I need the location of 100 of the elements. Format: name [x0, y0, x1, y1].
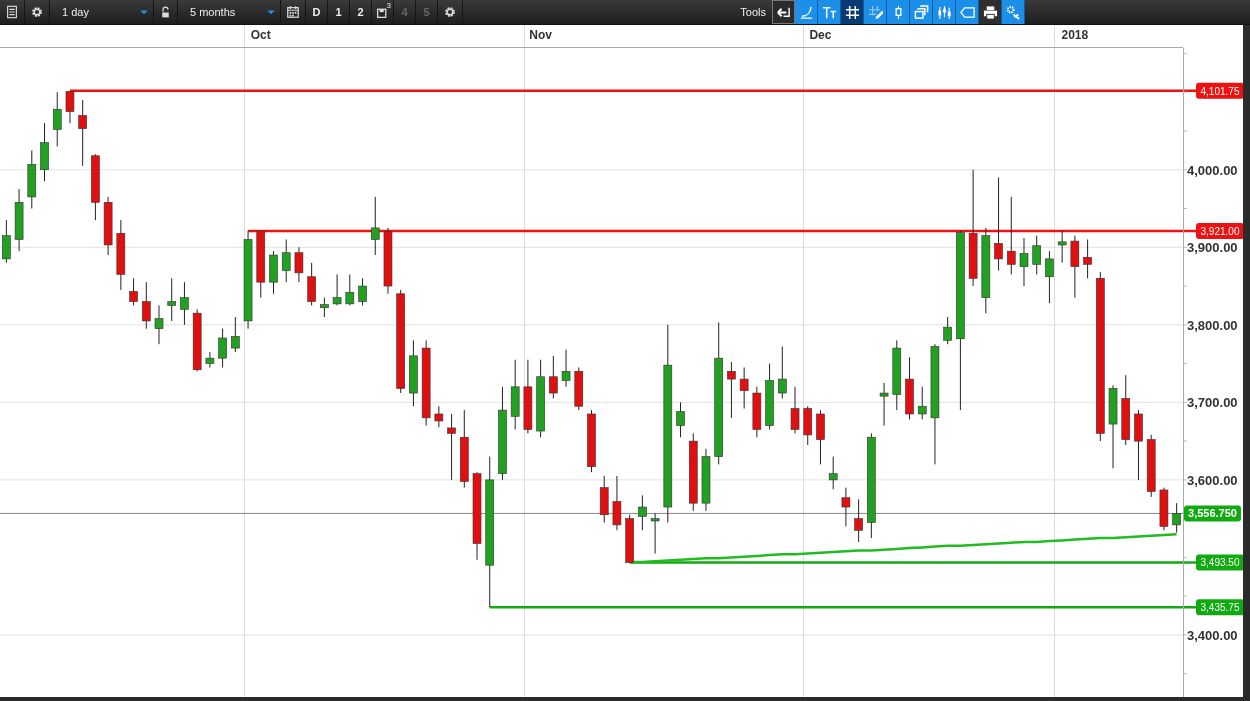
candlestick: [1146, 434, 1156, 498]
candlestick: [803, 405, 813, 446]
tool-button[interactable]: [933, 0, 956, 24]
candlestick: [917, 386, 927, 420]
candlestick: [307, 262, 316, 306]
candlestick: [828, 456, 838, 490]
candlestick: [14, 188, 24, 252]
candlestick: [345, 273, 355, 306]
candlestick: [27, 149, 37, 209]
price-tick-label: 3,400.00: [1187, 627, 1238, 643]
candlestick: [587, 409, 596, 473]
candlestick: [218, 328, 227, 368]
price-tick-label: 3,900.00: [1187, 240, 1238, 256]
candlestick: [752, 386, 762, 438]
layout-button[interactable]: 2: [350, 0, 372, 24]
candlestick: [1045, 250, 1054, 304]
candlestick: [816, 409, 825, 465]
month-label: Oct: [250, 28, 271, 42]
daily-button[interactable]: D: [306, 0, 328, 24]
tools-label: Tools: [739, 6, 767, 18]
tool-button[interactable]: [772, 0, 795, 24]
candlestick: [1070, 235, 1080, 299]
price-label: 3,556.750: [1184, 505, 1241, 522]
price-label: 4,101.75: [1196, 82, 1243, 99]
candlestick: [612, 475, 622, 531]
candlestick: [294, 246, 304, 283]
candlestick: [638, 494, 647, 531]
month-label: Dec: [809, 28, 832, 42]
candlestick: [727, 361, 736, 419]
lock-icon: [159, 5, 172, 19]
candlestick: [905, 356, 914, 420]
calendar-icon: [286, 5, 300, 19]
candlestick: [1032, 235, 1041, 275]
curve-icon: [798, 4, 814, 20]
candlestick: [129, 277, 138, 306]
candlestick: [142, 281, 151, 330]
candlestick: [78, 99, 87, 167]
range-dropdown[interactable]: 5 months: [178, 0, 281, 24]
candlestick: [854, 498, 863, 543]
indicator-icon: [936, 4, 952, 20]
ref-line-label: 3,921.00: [1200, 225, 1240, 237]
candlestick: [320, 297, 329, 318]
candlestick: [510, 359, 520, 430]
candlestick: [841, 487, 851, 527]
price-tick-label: 4,000.00: [1187, 162, 1238, 178]
save-layout-button[interactable]: 3: [372, 0, 394, 24]
candlestick: [205, 351, 215, 368]
candlestick: [447, 413, 456, 481]
tool-button[interactable]: [864, 0, 887, 24]
price-tick-label: 3,800.00: [1187, 317, 1238, 333]
tag-icon: [959, 4, 975, 20]
candlestick: [778, 346, 787, 399]
print-icon: [982, 4, 998, 20]
candlestick: [943, 316, 952, 345]
candlestick: [65, 90, 75, 124]
candlestick: [116, 219, 126, 291]
grid-pencil-icon: [867, 4, 883, 20]
windows-icon: [913, 4, 929, 20]
candlestick: [1121, 374, 1131, 446]
level-line[interactable]: [248, 229, 1196, 233]
candlestick: [180, 281, 189, 326]
candlestick: [103, 196, 113, 256]
candlestick: [192, 308, 202, 372]
price-label: 3,435.75: [1196, 599, 1243, 616]
candlestick: [650, 512, 660, 555]
tool-button[interactable]: [979, 0, 1002, 24]
candlestick: [409, 339, 418, 407]
candlestick: [281, 239, 291, 283]
candlestick: [1172, 502, 1181, 534]
price-tick-label: 3,600.00: [1187, 472, 1238, 488]
candlestick: [561, 349, 571, 388]
ref-line-label: 3,435.75: [1200, 602, 1240, 614]
tool-button[interactable]: [910, 0, 933, 24]
level-line[interactable]: [69, 89, 1196, 93]
candlestick: [1159, 487, 1169, 531]
candlestick: [1019, 237, 1029, 287]
tool-button[interactable]: [841, 0, 864, 24]
month-label: Nov: [529, 28, 552, 42]
ref-line-label: 3,556.750: [1188, 507, 1237, 520]
candlestick: [739, 366, 749, 410]
candlestick: [269, 250, 278, 295]
text-size-icon: [821, 4, 837, 20]
tool-button[interactable]: [818, 0, 841, 24]
layout-button[interactable]: 1: [328, 0, 350, 24]
candlestick: [231, 316, 240, 353]
candlestick: [91, 153, 100, 221]
candlestick: [790, 386, 800, 434]
candlestick: [52, 91, 62, 147]
candlestick: [1134, 409, 1143, 481]
price-tick-label: 3,700.00: [1187, 395, 1238, 411]
candlestick: [549, 355, 558, 399]
candlestick: [358, 277, 367, 306]
interval-dropdown[interactable]: 1 day: [50, 0, 154, 24]
candlestick: [154, 304, 164, 345]
candlestick: [676, 401, 685, 438]
tool-button[interactable]: [1002, 0, 1025, 24]
candlestick: [167, 277, 177, 322]
candlestick: [1083, 239, 1092, 279]
candlestick: [599, 475, 609, 524]
candlestick: [574, 366, 584, 411]
